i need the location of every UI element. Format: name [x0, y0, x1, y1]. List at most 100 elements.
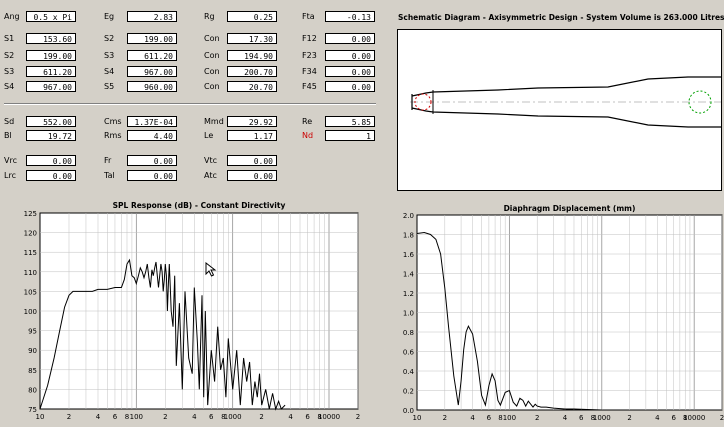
spl-xtick-label: 6	[305, 413, 310, 421]
disp-ytick-label: 0.8	[403, 329, 414, 337]
disp-xtick-label: 4	[563, 414, 568, 422]
param-label-s2-2-0: S2	[4, 51, 15, 60]
disp-xtick-label: 10000	[683, 414, 705, 422]
spl-xtick-label: 2	[259, 413, 263, 421]
param-field-sd-5-0[interactable]: 552.00	[26, 116, 76, 127]
disp-xtick-label: 2	[627, 414, 631, 422]
param-label-con-2-2: Con	[204, 51, 220, 60]
spl-xtick-label: 4	[192, 413, 197, 421]
disp-xtick-label: 2	[720, 414, 724, 422]
disp-xtick-label: 4	[470, 414, 475, 422]
param-label-f12-1-3: F12	[302, 34, 317, 43]
param-label-rg-0-2: Rg	[204, 12, 215, 21]
param-label-atc-8-2: Atc	[204, 171, 217, 180]
disp-xtick-label: 10	[413, 414, 422, 422]
param-label-s4-4-0: S4	[4, 82, 15, 91]
param-field-s3-3-0[interactable]: 611.20	[26, 66, 76, 77]
param-label-nd-6-3: Nd	[302, 131, 314, 140]
param-field-vtc-7-2[interactable]: 0.00	[227, 155, 277, 166]
disp-xtick-label: 4	[655, 414, 660, 422]
spl-ytick-label: 95	[28, 328, 37, 336]
param-field-f45-4-3[interactable]: 0.00	[325, 81, 375, 92]
param-label-fta-0-3: Fta	[302, 12, 315, 21]
param-label-mmd-5-2: Mmd	[204, 117, 224, 126]
spl-xtick-label: 6	[113, 413, 118, 421]
param-field-tal-8-1[interactable]: 0.00	[127, 170, 177, 181]
param-field-f23-2-3[interactable]: 0.00	[325, 50, 375, 61]
spl-ytick-label: 100	[24, 308, 37, 316]
param-label-f45-4-3: F45	[302, 82, 317, 91]
param-label-s3-2-1: S3	[104, 51, 115, 60]
param-field-ang-0-0[interactable]: 0.5 x Pi	[26, 11, 76, 22]
disp-xtick-label: 6	[671, 414, 676, 422]
param-field-s4-3-1[interactable]: 967.00	[127, 66, 177, 77]
disp-ytick-label: 1.8	[403, 232, 414, 240]
param-field-le-6-2[interactable]: 1.17	[227, 130, 277, 141]
param-field-lrc-8-0[interactable]: 0.00	[26, 170, 76, 181]
schematic-title: Schematic Diagram - Axisymmetric Design …	[398, 13, 724, 22]
param-field-fta-0-3[interactable]: -0.13	[325, 11, 375, 22]
param-label-s4-3-1: S4	[104, 67, 115, 76]
param-field-cms-5-1[interactable]: 1.37E-04	[127, 116, 177, 127]
param-field-f34-3-3[interactable]: 0.00	[325, 66, 375, 77]
param-field-f12-1-3[interactable]: 0.00	[325, 33, 375, 44]
separator	[4, 103, 376, 105]
param-field-con-4-2[interactable]: 20.70	[227, 81, 277, 92]
disp-svg: 0.00.20.40.60.81.01.21.41.61.82.010 2 4 6 8 1…	[403, 212, 724, 422]
param-label-con-4-2: Con	[204, 82, 220, 91]
param-field-atc-8-2[interactable]: 0.00	[227, 170, 277, 181]
param-label-bl-6-0: Bl	[4, 131, 12, 140]
param-label-re-5-3: Re	[302, 117, 313, 126]
spl-ytick-label: 105	[24, 288, 37, 296]
param-field-vrc-7-0[interactable]: 0.00	[26, 155, 76, 166]
disp-xtick-label: 6	[487, 414, 492, 422]
param-label-s3-3-0: S3	[4, 67, 15, 76]
disp-ytick-label: 1.2	[403, 290, 414, 298]
spl-xtick-label: 100	[130, 413, 143, 421]
param-field-eg-0-1[interactable]: 2.83	[127, 11, 177, 22]
disp-ytick-label: 0.2	[403, 388, 414, 396]
param-field-s2-1-1[interactable]: 199.00	[127, 33, 177, 44]
param-label-fr-7-1: Fr	[104, 156, 112, 165]
disp-ytick-label: 1.0	[403, 310, 414, 318]
spl-ytick-label: 90	[28, 347, 37, 355]
disp-xtick-label: 1000	[593, 414, 611, 422]
spl-ytick-label: 115	[24, 249, 37, 257]
spl-ytick-label: 110	[24, 269, 37, 277]
disp-ytick-label: 0.6	[403, 349, 415, 357]
param-field-s5-4-1[interactable]: 960.00	[127, 81, 177, 92]
param-field-rg-0-2[interactable]: 0.25	[227, 11, 277, 22]
param-field-fr-7-1[interactable]: 0.00	[127, 155, 177, 166]
spl-xtick-label: 2	[67, 413, 71, 421]
spl-ytick-label: 80	[28, 386, 37, 394]
param-label-con-3-2: Con	[204, 67, 220, 76]
param-field-s4-4-0[interactable]: 967.00	[26, 81, 76, 92]
param-field-s1-1-0[interactable]: 153.60	[26, 33, 76, 44]
disp-xtick-label: 2	[443, 414, 447, 422]
param-label-rms-6-1: Rms	[104, 131, 122, 140]
param-field-nd-6-3[interactable]: 1	[325, 130, 375, 141]
param-field-s2-2-0[interactable]: 199.00	[26, 50, 76, 61]
param-label-ang-0-0: Ang	[4, 12, 20, 21]
spl-xtick-label: 2	[163, 413, 167, 421]
param-label-vrc-7-0: Vrc	[4, 156, 17, 165]
spl-xtick-label: 2	[356, 413, 360, 421]
param-field-con-3-2[interactable]: 200.70	[227, 66, 277, 77]
param-label-vtc-7-2: Vtc	[204, 156, 218, 165]
param-field-rms-6-1[interactable]: 4.40	[127, 130, 177, 141]
param-field-s3-2-1[interactable]: 611.20	[127, 50, 177, 61]
disp-ytick-label: 1.4	[403, 271, 415, 279]
param-label-f34-3-3: F34	[302, 67, 317, 76]
param-field-con-2-2[interactable]: 194.90	[227, 50, 277, 61]
spl-xtick-label: 4	[96, 413, 101, 421]
param-label-s1-1-0: S1	[4, 34, 15, 43]
param-field-re-5-3[interactable]: 5.85	[325, 116, 375, 127]
param-field-mmd-5-2[interactable]: 29.92	[227, 116, 277, 127]
spl-svg: 758085909510010511011512012510 2 4 6 8 100 2 4 6…	[24, 210, 361, 421]
mouse-pointer-icon	[205, 262, 217, 277]
spl-xtick-label: 6	[209, 413, 214, 421]
disp-xtick-label: 100	[503, 414, 516, 422]
param-field-bl-6-0[interactable]: 19.72	[26, 130, 76, 141]
param-label-sd-5-0: Sd	[4, 117, 15, 126]
param-field-con-1-2[interactable]: 17.30	[227, 33, 277, 44]
